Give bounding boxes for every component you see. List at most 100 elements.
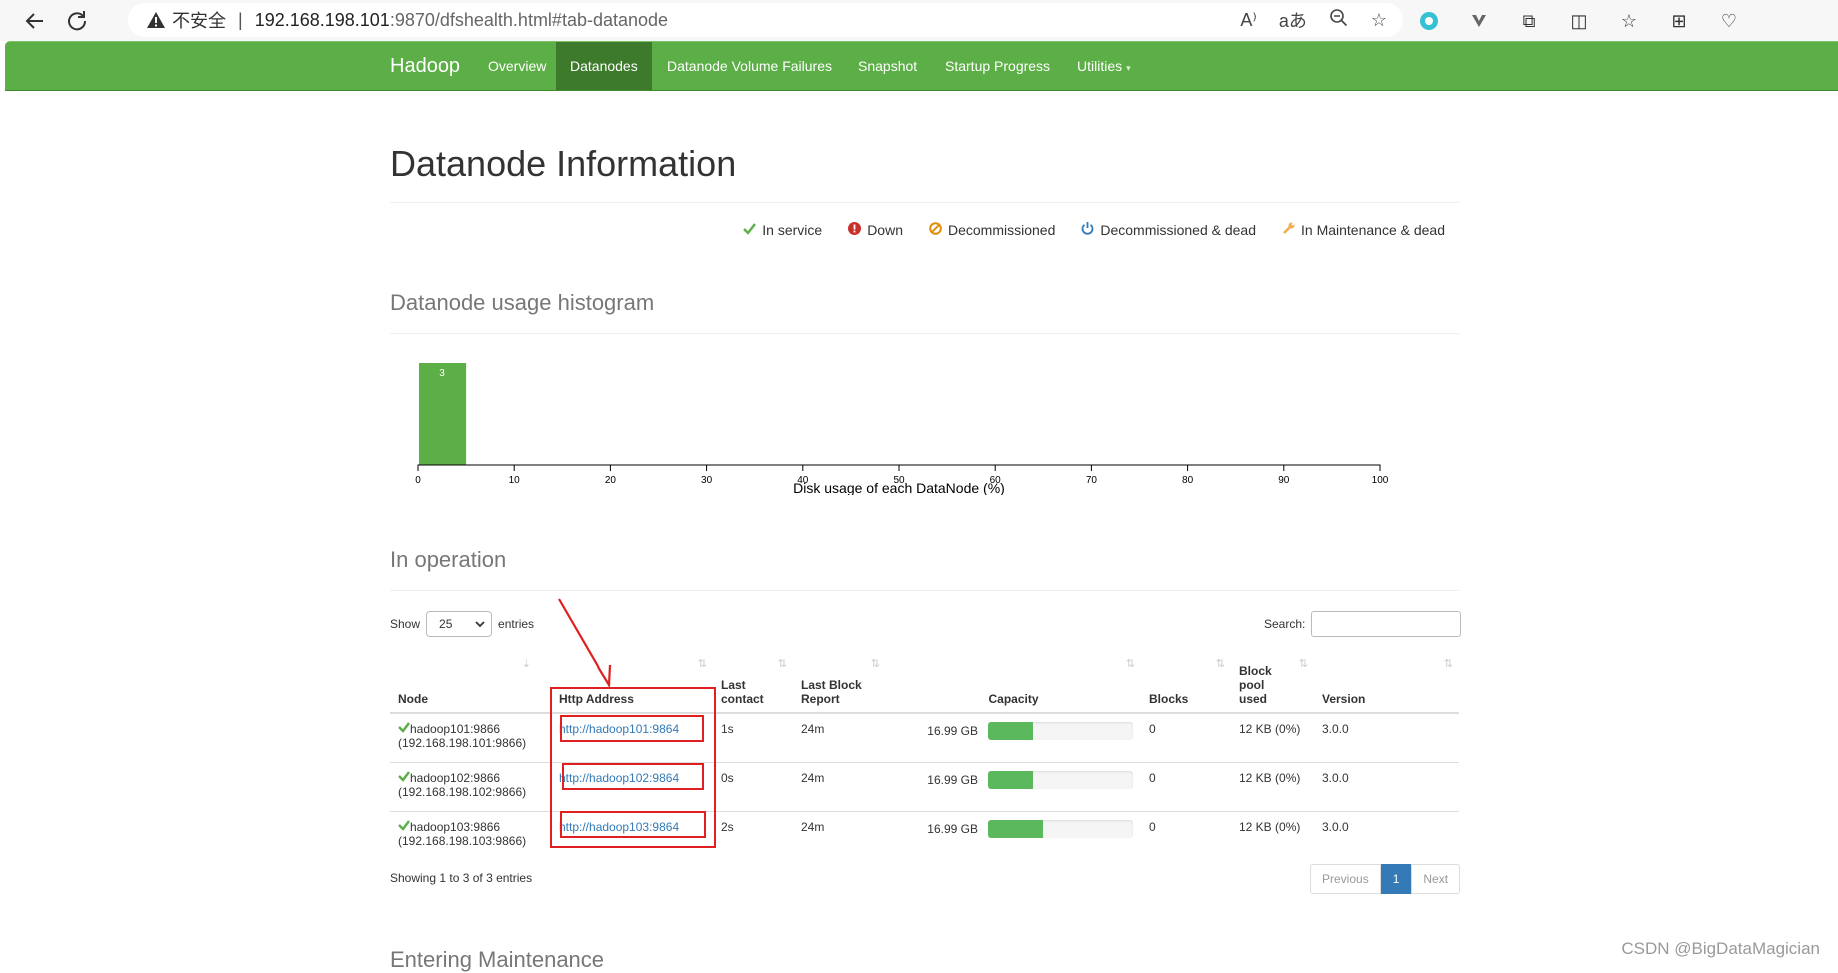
col-node-label: Node	[398, 692, 428, 706]
power-icon	[1081, 221, 1094, 238]
exclamation-circle-icon	[848, 221, 862, 238]
block-pool-cell: 12 KB (0%)	[1231, 762, 1314, 812]
entries-value: 25	[439, 617, 453, 631]
nav-startup-progress[interactable]: Startup Progress	[945, 42, 1050, 90]
read-aloud-icon[interactable]: A⁾	[1240, 10, 1256, 31]
table-info: Showing 1 to 3 of 3 entries	[390, 871, 533, 885]
show-label: Show	[390, 617, 421, 631]
extension-v-icon[interactable]	[1466, 8, 1492, 34]
annotation-link-box	[562, 763, 704, 790]
favorite-star-icon[interactable]: ☆	[1371, 10, 1387, 31]
usage-histogram: 30 10 20 30 40 50 60 70 80 90 100Disk usage of eac…	[415, 363, 1389, 495]
browser-essentials-icon[interactable]: ♡	[1716, 8, 1742, 34]
previous-button[interactable]: Previous	[1310, 864, 1381, 894]
collections-icon[interactable]: ⊞	[1666, 8, 1692, 34]
version-cell: 3.0.0	[1314, 712, 1459, 763]
maintenance-heading: Entering Maintenance	[390, 947, 605, 972]
blocks-cell: 0	[1141, 762, 1231, 812]
refresh-icon[interactable]	[62, 6, 92, 36]
header-line: Last	[721, 678, 746, 692]
sort-icon: ⇅	[777, 658, 787, 670]
extension-circle-icon[interactable]	[1416, 8, 1442, 34]
legend-in-service: In service	[743, 221, 822, 238]
blocks-cell: 0	[1141, 712, 1231, 763]
col-last-block-report[interactable]: Last Block Report ⇅	[793, 653, 886, 714]
last-contact-cell: 1s	[713, 712, 793, 763]
histogram-heading: Datanode usage histogram	[390, 290, 655, 315]
nav-snapshot[interactable]: Snapshot	[858, 42, 917, 90]
node-ip: (192.168.198.102:9866)	[398, 785, 527, 799]
next-button[interactable]: Next	[1411, 864, 1461, 894]
node-cell: hadoop101:9866 (192.168.198.101:9866)	[390, 712, 537, 763]
col-capacity[interactable]: Capacity ⇅	[886, 653, 1141, 714]
nav-volume-failures[interactable]: Datanode Volume Failures	[667, 42, 832, 90]
legend-label: Decommissioned	[947, 221, 1056, 238]
block-pool-cell: 12 KB (0%)	[1231, 712, 1314, 763]
entries-select[interactable]: 25	[426, 611, 493, 637]
node-name: hadoop101:9866	[410, 722, 501, 736]
version-cell: 3.0.0	[1314, 762, 1459, 812]
last-report-cell: 24m	[793, 762, 886, 812]
warning-triangle-icon[interactable]	[146, 11, 166, 29]
search-label: Search:	[1264, 617, 1306, 631]
insecure-label[interactable]: 不安全	[172, 7, 226, 33]
capacity-cell: 16.99 GB	[886, 762, 1141, 812]
sort-desc-icon: ⇣	[521, 658, 531, 670]
last-report-cell: 24m	[793, 712, 886, 763]
address-separator: |	[238, 9, 243, 30]
capacity-value: 16.99 GB	[927, 822, 978, 836]
nav-overview[interactable]: Overview	[488, 42, 546, 90]
address-bar[interactable]: 不安全 | 192.168.198.101:9870/dfshealth.htm…	[128, 3, 1403, 37]
legend-decommissioned-dead: Decommissioned & dead	[1081, 221, 1256, 238]
search-control: Search:	[1264, 611, 1462, 637]
legend-label: In service	[762, 221, 823, 238]
header-line: Last Block	[801, 678, 862, 692]
url-host: 192.168.198.101	[254, 9, 390, 30]
col-block-pool-used[interactable]: Block pool used ⇅	[1231, 653, 1314, 714]
header-line: Block	[1239, 664, 1272, 678]
capacity-progress-bar	[988, 722, 1133, 740]
brand-logo[interactable]: Hadoop	[390, 55, 460, 78]
capacity-progress-bar	[988, 820, 1133, 838]
address-bar-actions: A⁾ aあ ☆	[1240, 3, 1403, 37]
capacity-cell: 16.99 GB	[886, 811, 1141, 860]
col-node[interactable]: Node ⇣	[390, 653, 537, 714]
divider	[390, 590, 1459, 591]
block-pool-cell: 12 KB (0%)	[1231, 811, 1314, 860]
header-line: contact	[721, 692, 764, 706]
col-blocks[interactable]: Blocks ⇅	[1141, 653, 1231, 714]
operation-heading: In operation	[390, 547, 507, 572]
last-contact-cell: 0s	[713, 762, 793, 812]
back-arrow-icon[interactable]	[20, 6, 50, 36]
nav-datanodes[interactable]: Datanodes	[556, 42, 652, 90]
legend-label: In Maintenance & dead	[1301, 221, 1445, 238]
legend-label: Down	[867, 221, 903, 238]
sort-icon: ⇅	[1298, 658, 1308, 670]
col-last-contact[interactable]: Last contact ⇅	[713, 653, 793, 714]
legend-label: Decommissioned & dead	[1100, 221, 1256, 238]
page-1-button[interactable]: 1	[1380, 864, 1412, 894]
bar-count-label: 3	[439, 368, 445, 379]
annotation-link-box	[560, 715, 704, 742]
nav-utilities[interactable]: Utilities ▾	[1077, 42, 1131, 90]
translate-icon[interactable]: aあ	[1279, 7, 1307, 33]
col-version[interactable]: Version ⇅	[1314, 653, 1459, 714]
watermark: CSDN @BigDataMagician	[1621, 939, 1820, 958]
col-blocks-label: Blocks	[1149, 692, 1189, 706]
zoom-out-icon[interactable]	[1329, 8, 1349, 33]
hadoop-navbar: Hadoop Overview Datanodes Datanode Volum…	[5, 41, 1838, 91]
split-screen-icon[interactable]: ◫	[1566, 8, 1592, 34]
divider	[390, 333, 1459, 334]
search-input[interactable]	[1311, 611, 1462, 637]
col-version-label: Version	[1322, 692, 1366, 706]
entries-label: entries	[498, 617, 535, 631]
favorites-icon[interactable]: ☆	[1616, 8, 1642, 34]
entries-length-control: Show 25 entries	[390, 611, 534, 637]
extensions-puzzle-icon[interactable]: ⧉	[1516, 8, 1542, 34]
check-icon	[743, 222, 757, 238]
version-cell: 3.0.0	[1314, 811, 1459, 860]
sort-icon: ⇅	[697, 658, 707, 670]
capacity-used-fill	[988, 722, 1033, 740]
annotation-arrow-icon	[558, 598, 612, 689]
legend-decommissioned: Decommissioned	[929, 221, 1055, 238]
